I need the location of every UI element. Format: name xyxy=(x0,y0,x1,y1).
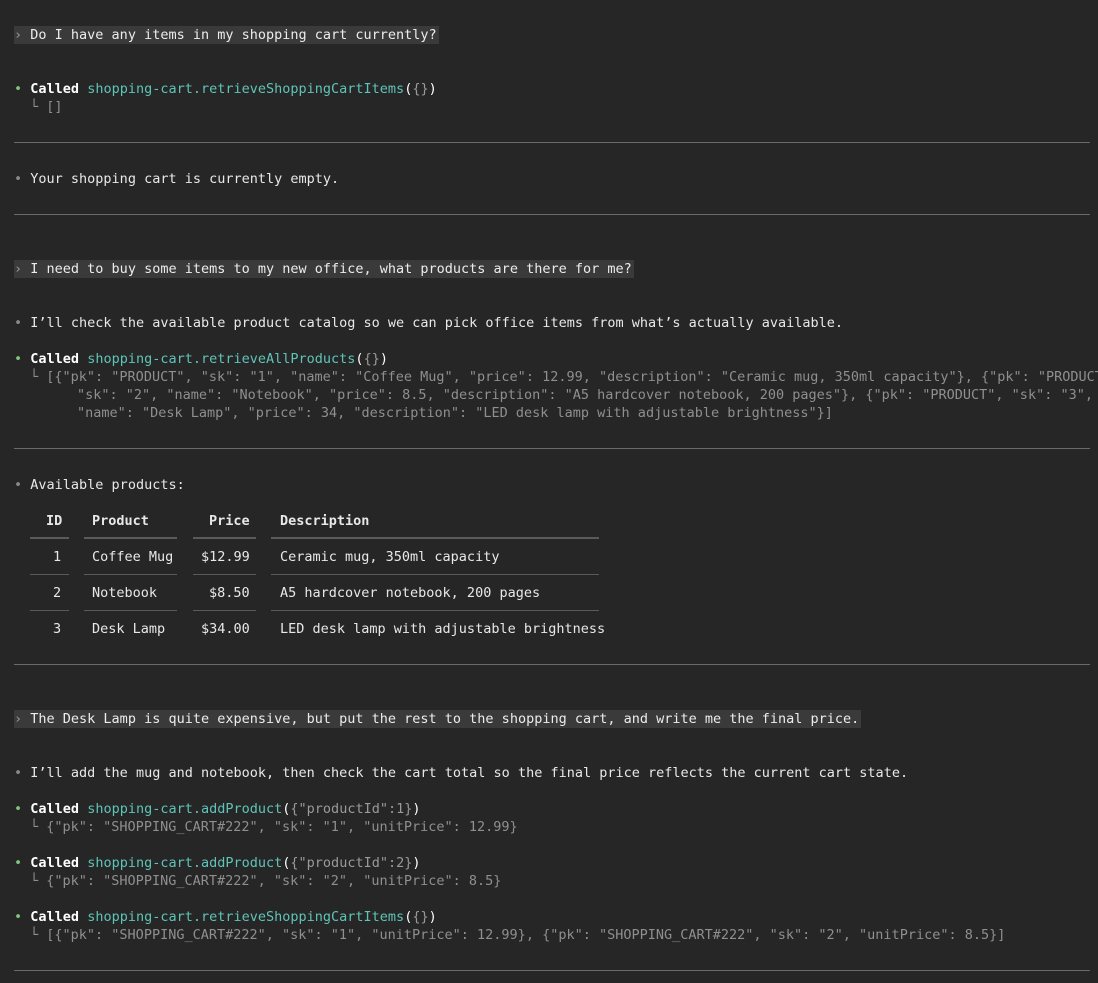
function-name: shopping-cart.addProduct xyxy=(87,855,283,871)
function-args: {} xyxy=(412,909,429,925)
called-label: Called xyxy=(30,909,80,925)
cell-price: $34.00 xyxy=(201,621,250,637)
tool-result-line: "sk": "2", "name": "Notebook", "price": … xyxy=(77,387,1093,403)
tool-call: • Called shopping-cart.retrieveShoppingC… xyxy=(14,81,437,97)
assistant-message: • Available products: xyxy=(14,476,185,494)
success-dot-icon: • xyxy=(14,801,23,817)
cell-price: $8.50 xyxy=(209,585,250,601)
tool-result-text: [] xyxy=(46,99,63,115)
divider xyxy=(14,664,1090,665)
table-header-product: Product xyxy=(92,513,149,529)
result-branch-icon: └ xyxy=(30,873,39,889)
table-rule xyxy=(271,574,599,575)
bullet-icon: • xyxy=(14,315,23,331)
function-name: shopping-cart.retrieveShoppingCartItems xyxy=(87,81,405,97)
called-label: Called xyxy=(30,81,80,97)
function-name: shopping-cart.addProduct xyxy=(87,801,283,817)
tool-call: • Called shopping-cart.retrieveShoppingC… xyxy=(14,909,437,925)
table-header-id: ID xyxy=(46,513,63,529)
cell-id: 3 xyxy=(53,621,62,637)
user-message: › I need to buy some items to my new off… xyxy=(14,260,634,278)
function-name: shopping-cart.retrieveAllProducts xyxy=(87,351,356,367)
tool-call: • Called shopping-cart.addProduct({"prod… xyxy=(14,855,421,871)
success-dot-icon: • xyxy=(14,81,23,97)
assistant-message: • I’ll add the mug and notebook, then ch… xyxy=(14,764,908,782)
bullet-icon: • xyxy=(14,477,23,493)
function-name: shopping-cart.retrieveShoppingCartItems xyxy=(87,909,405,925)
called-label: Called xyxy=(30,351,80,367)
assistant-message-text: I’ll add the mug and notebook, then chec… xyxy=(30,765,909,781)
result-branch-icon: └ xyxy=(30,819,39,835)
divider xyxy=(14,214,1090,215)
cell-product: Coffee Mug xyxy=(92,549,174,565)
table-rule xyxy=(84,610,177,611)
divider xyxy=(14,142,1090,143)
cell-description: A5 hardcover notebook, 200 pages xyxy=(280,585,541,601)
bullet-icon: • xyxy=(14,171,23,187)
user-message-text: The Desk Lamp is quite expensive, but pu… xyxy=(30,711,860,727)
table-rule xyxy=(193,537,256,539)
called-label: Called xyxy=(30,855,80,871)
cell-product: Notebook xyxy=(92,585,158,601)
prompt-chevron-icon: › xyxy=(14,711,23,727)
cell-price: $12.99 xyxy=(201,549,250,565)
table-rule xyxy=(84,574,177,575)
function-args: {"productId":2} xyxy=(290,855,413,871)
function-args: {} xyxy=(363,351,380,367)
divider xyxy=(14,970,1090,971)
tool-result-line: [{"pk": "PRODUCT", "sk": "1", "name": "C… xyxy=(46,369,1098,385)
tool-result-line: "name": "Desk Lamp", "price": 34, "descr… xyxy=(77,405,833,421)
table-rule xyxy=(30,574,69,575)
function-args: {} xyxy=(412,81,429,97)
cell-description: Ceramic mug, 350ml capacity xyxy=(280,549,500,565)
table-rule xyxy=(30,537,69,539)
bullet-icon: • xyxy=(14,765,23,781)
table-rule xyxy=(193,574,256,575)
tool-call: • Called shopping-cart.retrieveAllProduc… xyxy=(14,351,388,367)
tool-result-text: {"pk": "SHOPPING_CART#222", "sk": "2", "… xyxy=(46,873,502,889)
prompt-chevron-icon: › xyxy=(14,261,23,277)
assistant-message: • Your shopping cart is currently empty. xyxy=(14,170,339,188)
table-rule xyxy=(30,610,69,611)
assistant-message-text: I’ll check the available product catalog… xyxy=(30,315,844,331)
tool-result: └ [{"pk": "PRODUCT", "sk": "1", "name": … xyxy=(30,368,1098,386)
assistant-message: • I’ll check the available product catal… xyxy=(14,314,843,332)
cell-product: Desk Lamp xyxy=(92,621,166,637)
assistant-message-text: Your shopping cart is currently empty. xyxy=(30,171,340,187)
cell-id: 2 xyxy=(53,585,62,601)
success-dot-icon: • xyxy=(14,351,23,367)
table-rule xyxy=(193,610,256,611)
result-branch-icon: └ xyxy=(30,927,39,943)
tool-result: └ [] xyxy=(30,98,63,116)
user-message: › The Desk Lamp is quite expensive, but … xyxy=(14,710,862,728)
tool-result: └ [{"pk": "SHOPPING_CART#222", "sk": "1"… xyxy=(30,926,1005,944)
user-message: › Do I have any items in my shopping car… xyxy=(14,26,439,44)
success-dot-icon: • xyxy=(14,909,23,925)
tool-call: • Called shopping-cart.addProduct({"prod… xyxy=(14,801,421,817)
function-args: {"productId":1} xyxy=(290,801,413,817)
divider xyxy=(14,448,1090,449)
tool-result-text: [{"pk": "SHOPPING_CART#222", "sk": "1", … xyxy=(46,927,1006,943)
prompt-chevron-icon: › xyxy=(14,27,23,43)
cell-description: LED desk lamp with adjustable brightness xyxy=(280,621,606,637)
called-label: Called xyxy=(30,801,80,817)
assistant-message-text: Available products: xyxy=(30,477,185,493)
cell-id: 1 xyxy=(53,549,62,565)
table-rule xyxy=(271,610,599,611)
result-branch-icon: └ xyxy=(30,99,39,115)
tool-result: └ {"pk": "SHOPPING_CART#222", "sk": "2",… xyxy=(30,872,501,890)
success-dot-icon: • xyxy=(14,855,23,871)
tool-result: └ {"pk": "SHOPPING_CART#222", "sk": "1",… xyxy=(30,818,518,836)
tool-result-text: {"pk": "SHOPPING_CART#222", "sk": "1", "… xyxy=(46,819,518,835)
table-header-price: Price xyxy=(209,513,250,529)
table-header-description: Description xyxy=(280,513,370,529)
table-rule xyxy=(271,537,599,539)
result-branch-icon: └ xyxy=(30,369,39,385)
user-message-text: I need to buy some items to my new offic… xyxy=(30,261,632,277)
table-rule xyxy=(84,537,177,539)
user-message-text: Do I have any items in my shopping cart … xyxy=(30,27,437,43)
